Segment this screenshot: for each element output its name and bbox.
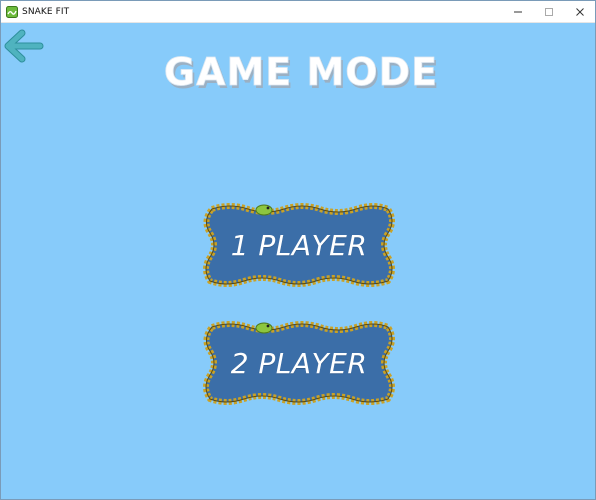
two-player-button[interactable]: 2 PLAYER [200, 319, 398, 407]
minimize-icon [513, 11, 522, 12]
app-window: SNAKE FIT GAME MODE GAME MODE 1 PLAYER 2… [0, 0, 596, 500]
game-screen: GAME MODE GAME MODE 1 PLAYER 2 PLAYER [1, 23, 595, 499]
minimize-button[interactable] [502, 1, 533, 22]
window-title: SNAKE FIT [22, 6, 70, 17]
page-title-text: GAME MODE [164, 50, 438, 94]
arrow-left-icon [4, 29, 44, 63]
page-title: GAME MODE GAME MODE [163, 50, 439, 97]
snake-app-icon [6, 5, 18, 18]
one-player-button[interactable]: 1 PLAYER [200, 201, 398, 289]
title-bar: SNAKE FIT [1, 1, 595, 23]
close-button[interactable] [564, 1, 595, 22]
close-icon [575, 7, 584, 16]
window-controls [502, 1, 595, 22]
back-button[interactable] [4, 29, 44, 63]
snake-head-icon [255, 322, 273, 334]
maximize-button[interactable] [533, 1, 564, 22]
wavy-button-shape [203, 203, 395, 287]
maximize-icon [544, 7, 553, 16]
wavy-button-shape [203, 321, 395, 405]
snake-head-icon [255, 204, 273, 216]
